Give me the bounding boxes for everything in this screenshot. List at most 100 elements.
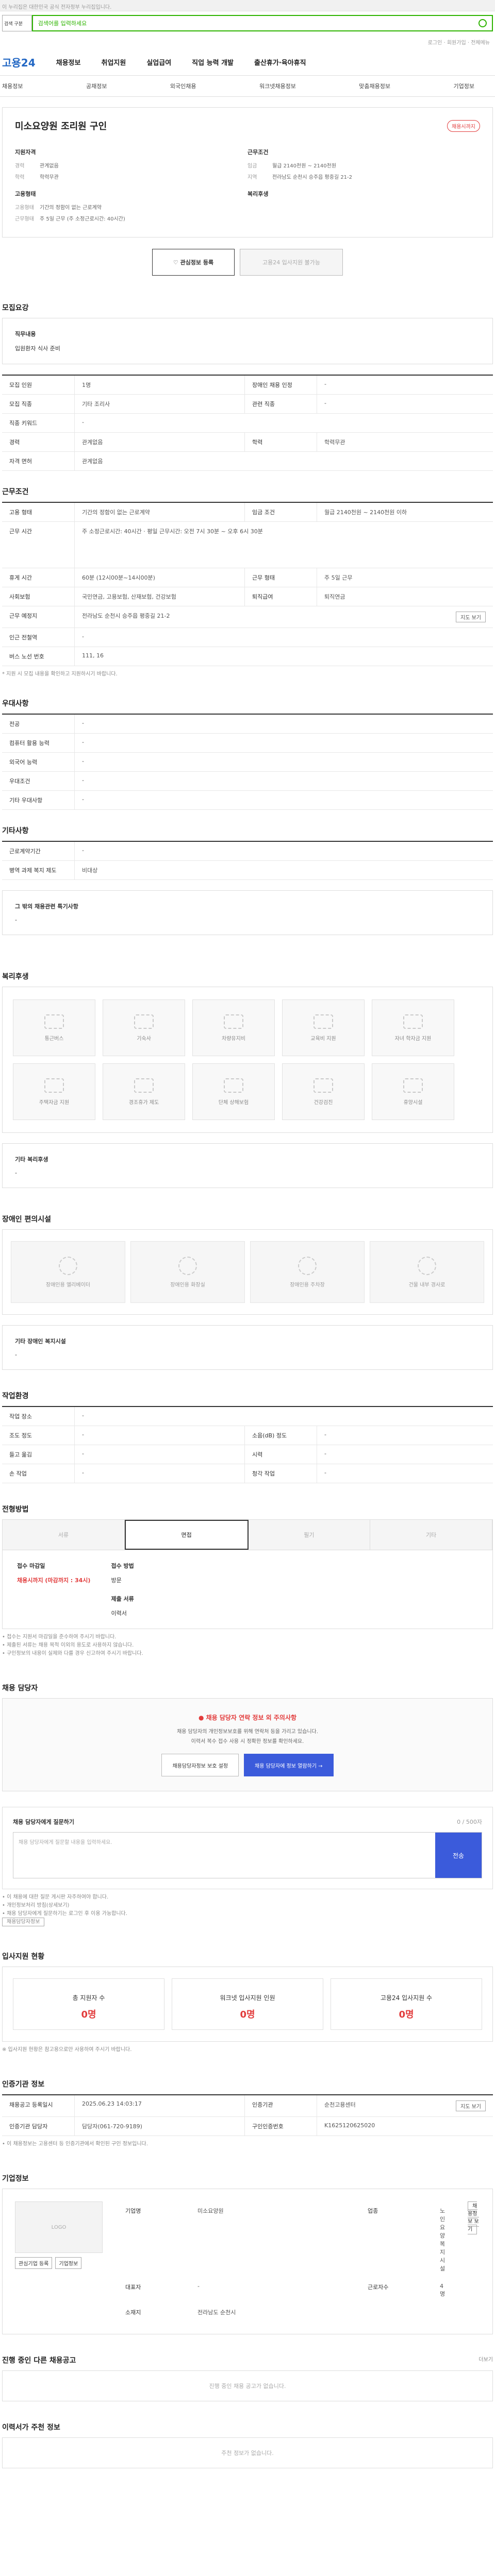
disability-other-head: 기타 장애인 복지시설	[15, 1338, 66, 1345]
welfare-other-head: 기타 복리후생	[15, 1156, 48, 1163]
status-note: ※ 입사지원 현황은 참고용으로만 사용하여 주시기 바랍니다.	[2, 2047, 132, 2053]
row-value: -	[197, 2283, 200, 2290]
method-tab[interactable]: 기타	[370, 1520, 492, 1550]
emp-label: 고용형태	[15, 191, 36, 197]
workplace-value: 전라남도 순천시 승주읍 평중길 21-2 지도 보기	[74, 606, 493, 628]
other-jobs-more[interactable]: 더보기	[478, 2355, 493, 2365]
status-value: 0명	[240, 2009, 255, 2020]
etc-table: 근로계약기간 - 병역 과제 복지 제도 비대상	[2, 841, 493, 880]
row-value: 60분 (12시00분~14시00분)	[74, 568, 244, 587]
row-key: 기업명	[125, 2208, 141, 2214]
inquiry-field: 채용 담당자에게 질문할 내용을 입력하세요. 전송	[13, 1832, 482, 1878]
map-button[interactable]: 지도 보기	[456, 612, 486, 622]
row-value: 전라남도 순천시	[197, 2309, 236, 2316]
row-value: -	[317, 1464, 493, 1483]
method-note: • 제출된 서류는 채용 목적 이외의 용도로 사용하지 않습니다.	[2, 1642, 134, 1648]
lnb-item-2[interactable]: 외국인채용	[170, 82, 196, 96]
etc-special-body: -	[15, 917, 17, 923]
receipt-head: 접수 마감일	[17, 1563, 45, 1569]
method-note: • 구인정보의 내용이 실제와 다를 경우 신고하여 주시기 바랍니다.	[2, 1651, 143, 1656]
lnb-item-5[interactable]: 기업정보	[454, 82, 474, 96]
inquiry-send-button[interactable]: 전송	[435, 1833, 482, 1878]
row-value: -	[317, 395, 493, 413]
worktime-value: 주 5일 근무 (주 소정근로시간: 40시간)	[40, 216, 125, 222]
method-title: 전형방법	[2, 1505, 29, 1514]
row-value: 기타 조리사	[74, 395, 244, 413]
docs-body: 이력서	[111, 1610, 127, 1617]
disability-other-body: -	[15, 1351, 17, 1358]
welfare-label: 차량유지비	[222, 1036, 245, 1042]
cert-map-button[interactable]: 지도 보기	[456, 2100, 486, 2111]
gnb-item-leave[interactable]: 출산휴가·육아휴직	[254, 57, 306, 67]
search-input[interactable]: 검색어를 입력하세요	[31, 15, 493, 31]
row-key: 대표자	[125, 2284, 141, 2291]
ai-title: 이력서가 주천 정보	[2, 2424, 60, 2432]
row-key: 조도 정도	[9, 1432, 32, 1439]
contact-info-button[interactable]: 채용담당자정보	[2, 1918, 45, 1926]
inquiry-head: 채용 담당자에게 질문하기	[13, 1819, 74, 1825]
row-value: K1625120625020	[317, 2117, 493, 2136]
lnb-item-0[interactable]: 채용정보	[2, 82, 23, 96]
cert-title: 인증기관 정보	[2, 2080, 45, 2089]
row-value: 관계없음	[74, 433, 244, 451]
gnb-item-support[interactable]: 취업지원	[101, 57, 126, 67]
method-body: 방문	[111, 1577, 122, 1584]
row-value: 퇴직연금	[317, 587, 493, 606]
row-key: 근무 형태	[244, 568, 317, 587]
inquiry-textarea[interactable]: 채용 담당자에게 질문할 내용을 입력하세요.	[13, 1833, 435, 1878]
row-value: 1명	[74, 376, 244, 394]
method-tab[interactable]: 서류	[3, 1520, 125, 1550]
method-note: • 접수는 지원서 마감일을 준수하여 주시기 바랍니다.	[2, 1634, 117, 1640]
row-value: 기간의 정함이 없는 근로계약	[74, 503, 244, 521]
row-key: 기타 우대사항	[9, 797, 43, 804]
method-tab[interactable]: 필기	[248, 1520, 371, 1550]
search-category-select[interactable]: 검색 구분	[2, 15, 32, 31]
other-jobs-empty: 진행 중인 채용 공고가 없습니다.	[2, 2370, 493, 2401]
prefer-title: 우대사항	[2, 700, 29, 708]
company-logo: LOGO	[15, 2201, 103, 2253]
row-key: 근로계약기간	[9, 848, 41, 855]
inquiry-note[interactable]: • 개인정보처리 방침(상세보기)	[2, 1902, 493, 1910]
row-key: 들고 옮김	[9, 1451, 32, 1458]
disability-title: 장애인 편의시설	[2, 1215, 52, 1224]
disability-other-box: 기타 장애인 복지시설 -	[2, 1325, 493, 1370]
gnb-item-unemployment[interactable]: 실업급여	[146, 57, 171, 67]
interest-button[interactable]: ♡ 관심정보 등록	[152, 249, 235, 276]
gnb-item-jobs[interactable]: 채용정보	[56, 57, 81, 67]
company-interest-button[interactable]: 관심기업 등록	[15, 2257, 53, 2269]
util-links[interactable]: 로그인 · 회원가입 · 전체메뉴	[0, 35, 495, 48]
view-contact-button[interactable]: 채용 담당자에 정보 열람하기 →	[244, 1754, 334, 1776]
lnb-item-3[interactable]: 워크넷채용정보	[259, 82, 296, 96]
disability-item: 장애인용 주차장	[250, 1241, 365, 1303]
emp-type-key: 고용형태	[15, 205, 34, 211]
row-key: 임금 조건	[244, 503, 317, 521]
status-box: 총 지원자 수 0명 워크넷 입사지원 인원 0명 고용24 입사지원 수 0명	[2, 1967, 493, 2042]
gnb-item-training[interactable]: 직업 능력 개발	[192, 57, 234, 67]
row-key: 자격 면허	[9, 458, 32, 465]
status-label: 고용24 입사지원 수	[380, 1994, 433, 2002]
lnb-item-1[interactable]: 공채정보	[86, 82, 107, 96]
workplace-address: 전라남도 순천시 승주읍 평중길 21-2	[82, 613, 170, 619]
company-jobs-button[interactable]: 채용정보 보기	[468, 2201, 479, 2234]
row-value: 4명	[440, 2283, 446, 2297]
row-value: -	[74, 715, 493, 733]
row-value: -	[317, 1426, 493, 1445]
row-key: 인근 전철역	[9, 634, 38, 641]
site-logo[interactable]: 고용24	[2, 55, 36, 70]
method-tab-active[interactable]: 면접	[124, 1520, 249, 1550]
row-value: -	[74, 1407, 493, 1426]
gov-notice: 이 누리집은 대한민국 공식 전자정부 누리집입니다.	[2, 5, 112, 10]
inquiry-box: 채용 담당자에게 질문하기 0 / 500자 채용 담당자에게 질문할 내용을 입…	[2, 1807, 493, 1889]
resort-icon	[403, 1078, 423, 1093]
row-key: 모집 인원	[9, 382, 32, 388]
lnb-item-4[interactable]: 맞춤채용정보	[359, 82, 390, 96]
method-head: 접수 방법	[111, 1563, 134, 1569]
row-key: 전공	[9, 721, 20, 727]
search-icon[interactable]	[478, 19, 487, 27]
company-box: LOGO 관심기업 등록 기업정보 기업명 미소요양원 업종 노인 요양 복지시설 대…	[2, 2189, 493, 2334]
insurance-icon	[224, 1078, 243, 1093]
privacy-setting-button[interactable]: 채용담당자정보 보호 설정	[161, 1754, 239, 1776]
company-info-button[interactable]: 기업정보	[55, 2257, 82, 2269]
cert-table: 채용공고 등록일시 2025.06.23 14:03:17 인증기관 순천고용센터 지도…	[2, 2094, 493, 2136]
status-card: 고용24 입사지원 수 0명	[331, 1978, 482, 2030]
